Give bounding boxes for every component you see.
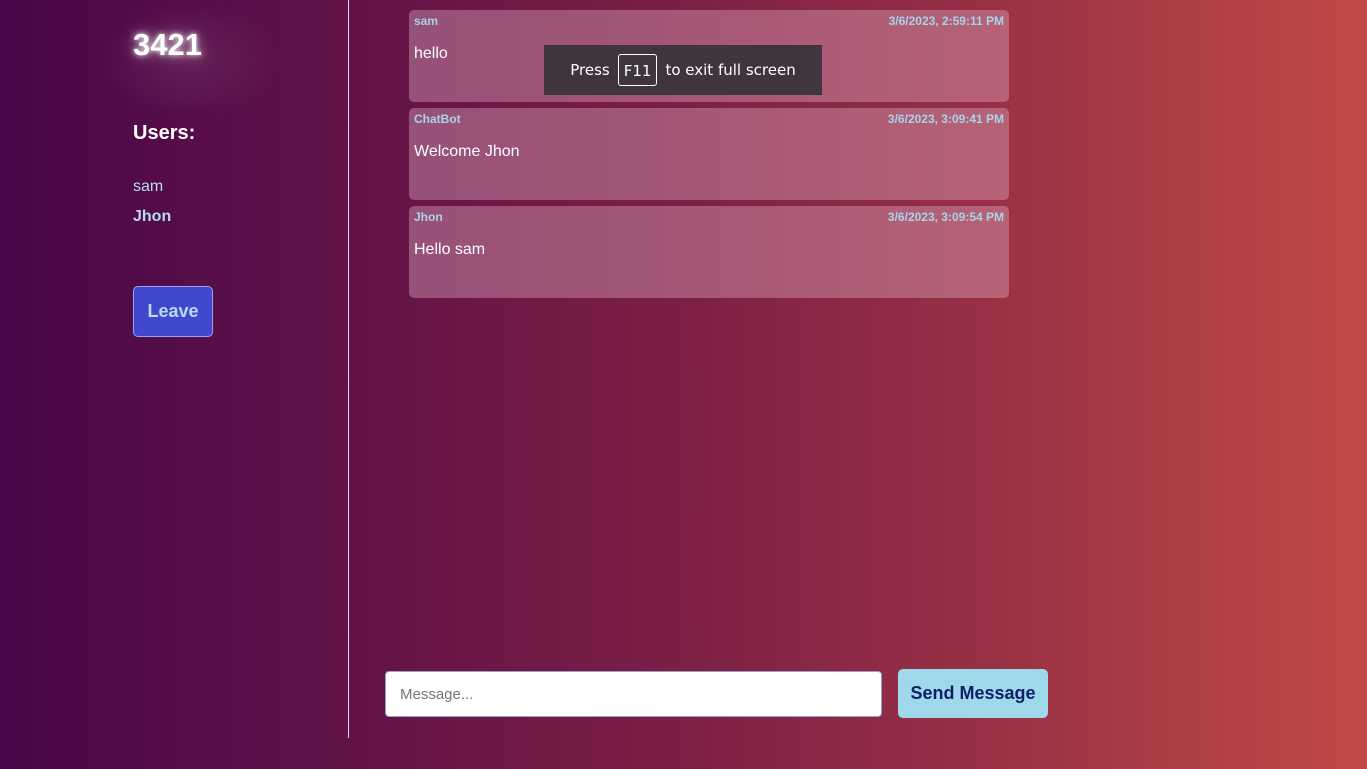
message-meta: ChatBot 3/6/2023, 3:09:41 PM xyxy=(414,113,1004,126)
message-input[interactable] xyxy=(385,671,882,717)
fullscreen-notice-prefix: Press xyxy=(570,61,610,79)
chat-sidebar: 3421 Users: sam Jhon Leave xyxy=(0,0,349,738)
message-timestamp: 3/6/2023, 3:09:41 PM xyxy=(887,112,1004,126)
users-heading: Users: xyxy=(133,122,196,144)
leave-button[interactable]: Leave xyxy=(133,286,213,337)
message-text: Hello sam xyxy=(414,241,486,258)
message-card: Jhon 3/6/2023, 3:09:54 PM Hello sam xyxy=(409,206,1009,298)
message-text: Welcome Jhon xyxy=(414,143,520,160)
message-card: ChatBot 3/6/2023, 3:09:41 PM Welcome Jho… xyxy=(409,108,1009,200)
message-author: sam xyxy=(414,14,439,28)
message-meta: sam 3/6/2023, 2:59:11 PM xyxy=(414,15,1004,28)
room-name: 3421 xyxy=(133,27,202,62)
message-meta: Jhon 3/6/2023, 3:09:54 PM xyxy=(414,211,1004,224)
user-list-item-current: Jhon xyxy=(133,208,172,225)
message-timestamp: 3/6/2023, 3:09:54 PM xyxy=(887,210,1004,224)
message-timestamp: 3/6/2023, 2:59:11 PM xyxy=(888,14,1004,28)
user-list-item: sam xyxy=(133,178,164,195)
message-author: Jhon xyxy=(414,210,443,224)
users-list: sam Jhon xyxy=(133,176,171,236)
fullscreen-notice-suffix: to exit full screen xyxy=(665,61,796,79)
send-message-button[interactable]: Send Message xyxy=(898,669,1048,718)
message-author: ChatBot xyxy=(414,112,461,126)
fullscreen-exit-notice: Press F11 to exit full screen xyxy=(544,45,822,95)
f11-key-badge: F11 xyxy=(617,54,658,86)
